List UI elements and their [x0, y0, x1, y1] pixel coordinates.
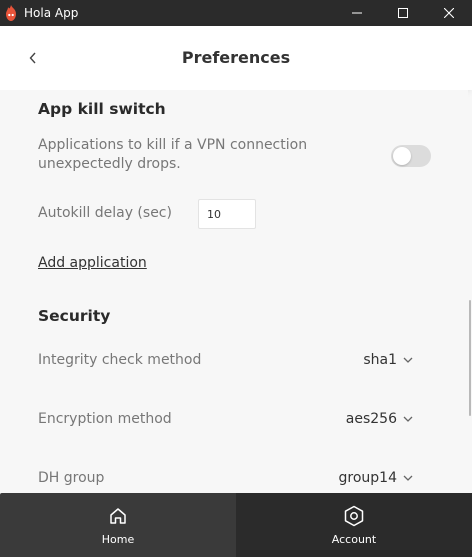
- integrity-check-label: Integrity check method: [38, 352, 202, 368]
- preferences-content[interactable]: App kill switch Applications to kill if …: [0, 90, 468, 493]
- kill-switch-toggle[interactable]: [391, 145, 431, 167]
- integrity-check-value: sha1: [363, 352, 397, 368]
- tab-account-label: Account: [331, 532, 377, 546]
- dh-group-select[interactable]: group14: [339, 470, 413, 486]
- chevron-down-icon: [403, 416, 413, 422]
- window-title: Hola App: [24, 6, 79, 20]
- encryption-method-select[interactable]: aes256: [346, 411, 413, 427]
- toggle-knob: [393, 147, 411, 165]
- add-application-link[interactable]: Add application: [38, 255, 147, 271]
- tab-home[interactable]: Home: [0, 493, 236, 557]
- window-titlebar: Hola App: [0, 0, 472, 26]
- maximize-icon: [398, 8, 408, 18]
- close-icon: [444, 8, 454, 18]
- close-button[interactable]: [426, 0, 472, 26]
- page-header: Preferences: [0, 26, 472, 90]
- scrollbar-thumb[interactable]: [469, 300, 471, 416]
- minimize-icon: [352, 12, 362, 14]
- dh-group-value: group14: [338, 470, 397, 486]
- account-icon: [343, 505, 365, 527]
- security-title: Security: [38, 307, 111, 325]
- autokill-delay-label: Autokill delay (sec): [38, 205, 172, 221]
- autokill-delay-input[interactable]: [198, 199, 256, 229]
- home-icon: [107, 505, 129, 527]
- integrity-check-select[interactable]: sha1: [363, 352, 413, 368]
- maximize-button[interactable]: [380, 0, 426, 26]
- encryption-method-label: Encryption method: [38, 411, 172, 427]
- dh-group-label: DH group: [38, 470, 105, 486]
- kill-switch-title: App kill switch: [38, 100, 166, 118]
- chevron-down-icon: [403, 357, 413, 363]
- kill-switch-description: Applications to kill if a VPN connection…: [38, 137, 308, 172]
- chevron-down-icon: [403, 475, 413, 481]
- tab-home-label: Home: [101, 532, 135, 546]
- bottom-tab-bar: Home Account: [0, 493, 472, 557]
- page-title: Preferences: [181, 48, 291, 67]
- encryption-method-value: aes256: [345, 411, 397, 427]
- tab-account[interactable]: Account: [236, 493, 472, 557]
- minimize-button[interactable]: [334, 0, 380, 26]
- hola-logo-icon: [4, 5, 18, 21]
